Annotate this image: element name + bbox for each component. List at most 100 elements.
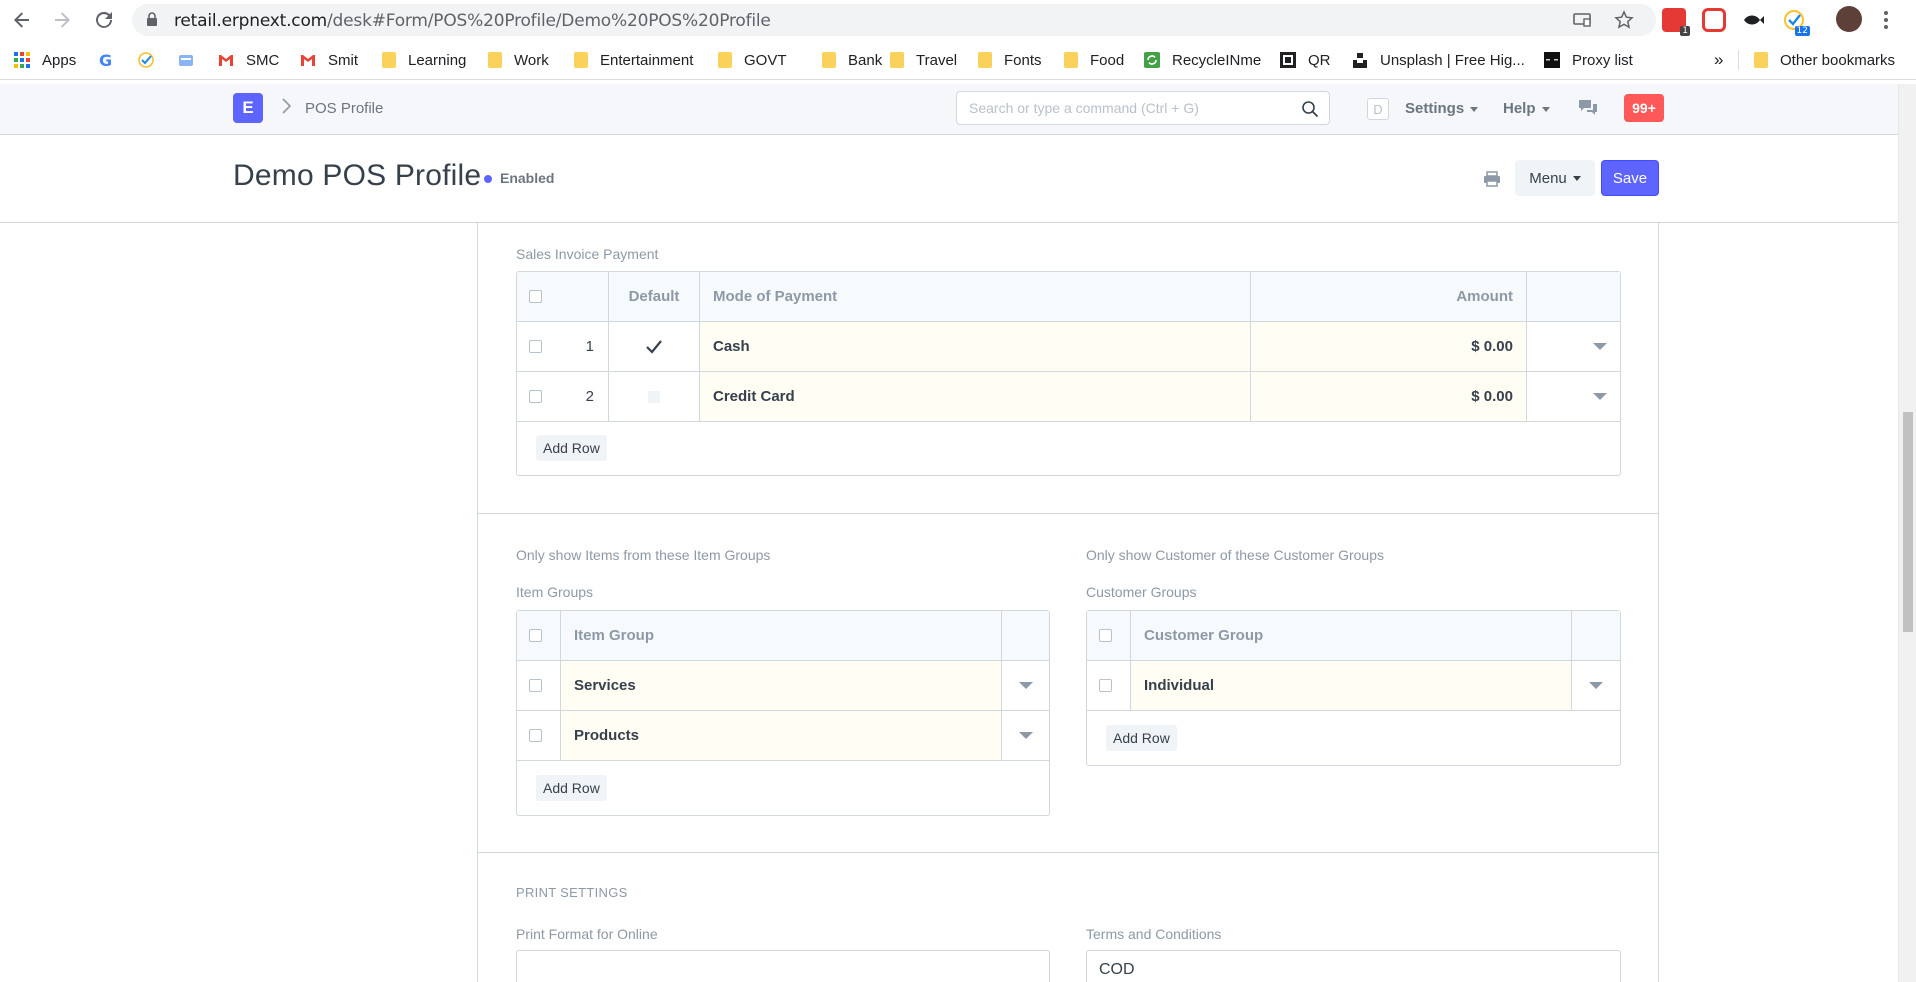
select-all-checkbox[interactable] (529, 290, 542, 303)
table-row[interactable]: Products (517, 711, 1049, 761)
scrollbar-thumb[interactable] (1903, 412, 1913, 632)
menu-label: Menu (1529, 169, 1567, 187)
star-icon[interactable] (1614, 10, 1634, 30)
add-row-button[interactable]: Add Row (1106, 725, 1177, 751)
bookmark-drive[interactable] (178, 50, 206, 70)
bookmark-folder-entertainment[interactable]: Entertainment (574, 50, 693, 70)
row-dropdown[interactable] (1527, 322, 1620, 371)
payments-label: Sales Invoice Payment (516, 246, 659, 262)
add-row-button[interactable]: Add Row (536, 775, 607, 801)
bookmark-folder-bank[interactable]: Bank (822, 50, 882, 70)
app-navbar: E POS Profile D Settings Help 99+ (0, 84, 1898, 135)
menu-button[interactable]: Menu (1515, 160, 1595, 196)
bookmark-smit[interactable]: Smit (300, 50, 358, 70)
profile-avatar-icon[interactable] (1836, 6, 1862, 32)
row-index: 1 (585, 338, 594, 355)
bookmark-folder-food[interactable]: Food (1064, 50, 1124, 70)
bookmark-folder-work[interactable]: Work (488, 50, 549, 70)
table-row[interactable]: Individual (1087, 661, 1620, 711)
item-group-cell[interactable]: Products (561, 711, 1002, 760)
bookmark-folder-govt[interactable]: GOVT (718, 50, 787, 70)
save-button[interactable]: Save (1601, 160, 1659, 196)
notifications-badge[interactable]: 99+ (1624, 94, 1664, 122)
extension-fish-icon[interactable] (1742, 8, 1766, 32)
item-group-cell[interactable]: Services (561, 661, 1002, 710)
bookmark-apps[interactable]: Apps (14, 50, 76, 70)
browser-toolbar: retail.erpnext.com/desk#Form/POS%20Profi… (0, 0, 1916, 40)
table-row[interactable]: Services (517, 661, 1049, 711)
bookmark-folder-learning[interactable]: Learning (382, 50, 466, 70)
caret-down-icon (1593, 393, 1607, 400)
row-checkbox[interactable] (529, 340, 542, 353)
cast-icon[interactable] (1572, 10, 1592, 30)
row-checkbox[interactable] (529, 390, 542, 403)
customer-group-cell[interactable]: Individual (1131, 661, 1572, 710)
terms-label: Terms and Conditions (1086, 926, 1222, 942)
row-checkbox[interactable] (529, 679, 542, 692)
print-icon[interactable] (1483, 171, 1501, 187)
row-dropdown[interactable] (1002, 711, 1049, 760)
row-dropdown[interactable] (1002, 661, 1049, 710)
bookmark-unsplash[interactable]: Unsplash | Free Hig... (1352, 50, 1525, 70)
print-settings-heading: PRINT SETTINGS (516, 885, 628, 900)
table-row[interactable]: 2 Credit Card $ 0.00 (517, 372, 1620, 422)
gmail-icon (219, 55, 233, 66)
page-scrollbar[interactable] (1898, 84, 1916, 982)
row-dropdown[interactable] (1527, 372, 1620, 421)
folder-icon (822, 52, 836, 68)
check-icon (646, 339, 662, 354)
extension-todo-icon[interactable]: 1 (1662, 8, 1690, 36)
select-all-checkbox[interactable] (1099, 629, 1112, 642)
amount-cell[interactable]: $ 0.00 (1251, 372, 1527, 421)
bookmark-folder-travel[interactable]: Travel (890, 50, 957, 70)
print-format-field[interactable] (516, 950, 1050, 982)
lock-icon (147, 12, 157, 26)
terms-field[interactable]: COD (1086, 950, 1621, 982)
search-icon[interactable] (1301, 100, 1319, 118)
settings-dropdown[interactable]: Settings (1405, 100, 1479, 117)
mode-of-payment-cell[interactable]: Credit Card (700, 372, 1251, 421)
search-input[interactable] (957, 92, 1287, 124)
bookmarks-overflow-button[interactable]: » (1714, 50, 1723, 70)
awesomebar-search[interactable] (956, 91, 1330, 125)
mode-of-payment-cell[interactable]: Cash (700, 322, 1251, 371)
extension-pocket-icon[interactable] (1702, 8, 1726, 32)
chevron-right-icon (281, 98, 292, 119)
bookmark-google[interactable]: G (98, 50, 126, 70)
bookmark-folder-fonts[interactable]: Fonts (978, 50, 1042, 70)
default-check-cell[interactable] (609, 372, 700, 421)
bookmarks-bar: Apps G SMC Smit Learning Work Entertainm… (0, 40, 1916, 80)
bookmark-qr[interactable]: QR (1280, 50, 1331, 70)
recycle-icon (1144, 52, 1160, 68)
user-avatar[interactable]: D (1367, 98, 1389, 120)
help-dropdown[interactable]: Help (1503, 100, 1550, 117)
unsplash-icon (1353, 53, 1367, 68)
extension-tasks-icon[interactable]: 12 (1782, 8, 1810, 36)
column-header-customer-group: Customer Group (1131, 611, 1572, 660)
row-checkbox[interactable] (1099, 679, 1112, 692)
bookmark-proxy-list[interactable]: Proxy list (1544, 50, 1633, 70)
row-dropdown[interactable] (1572, 661, 1620, 710)
forward-icon[interactable] (48, 6, 76, 34)
item-groups-label: Item Groups (516, 584, 594, 600)
bookmark-smc[interactable]: SMC (218, 50, 279, 70)
table-row[interactable]: 1 Cash $ 0.00 (517, 322, 1620, 372)
default-check-cell[interactable] (609, 322, 700, 371)
chat-icon[interactable] (1578, 99, 1598, 117)
app-logo[interactable]: E (233, 93, 263, 123)
address-bar[interactable]: retail.erpnext.com/desk#Form/POS%20Profi… (132, 4, 1656, 36)
folder-icon (718, 52, 732, 68)
breadcrumb[interactable]: POS Profile (305, 100, 383, 117)
select-all-checkbox[interactable] (529, 629, 542, 642)
bookmark-recycleinme[interactable]: RecycleINme (1144, 50, 1261, 70)
browser-menu-icon[interactable] (1880, 8, 1892, 32)
section-divider (478, 513, 1658, 514)
back-icon[interactable] (8, 6, 36, 34)
add-row-button[interactable]: Add Row (536, 435, 607, 461)
row-checkbox[interactable] (529, 729, 542, 742)
reload-icon[interactable] (90, 6, 118, 34)
bookmark-other-bookmarks[interactable]: Other bookmarks (1754, 50, 1895, 70)
amount-cell[interactable]: $ 0.00 (1251, 322, 1527, 371)
caret-down-icon (1572, 175, 1581, 181)
bookmark-checkmark[interactable] (138, 50, 166, 70)
